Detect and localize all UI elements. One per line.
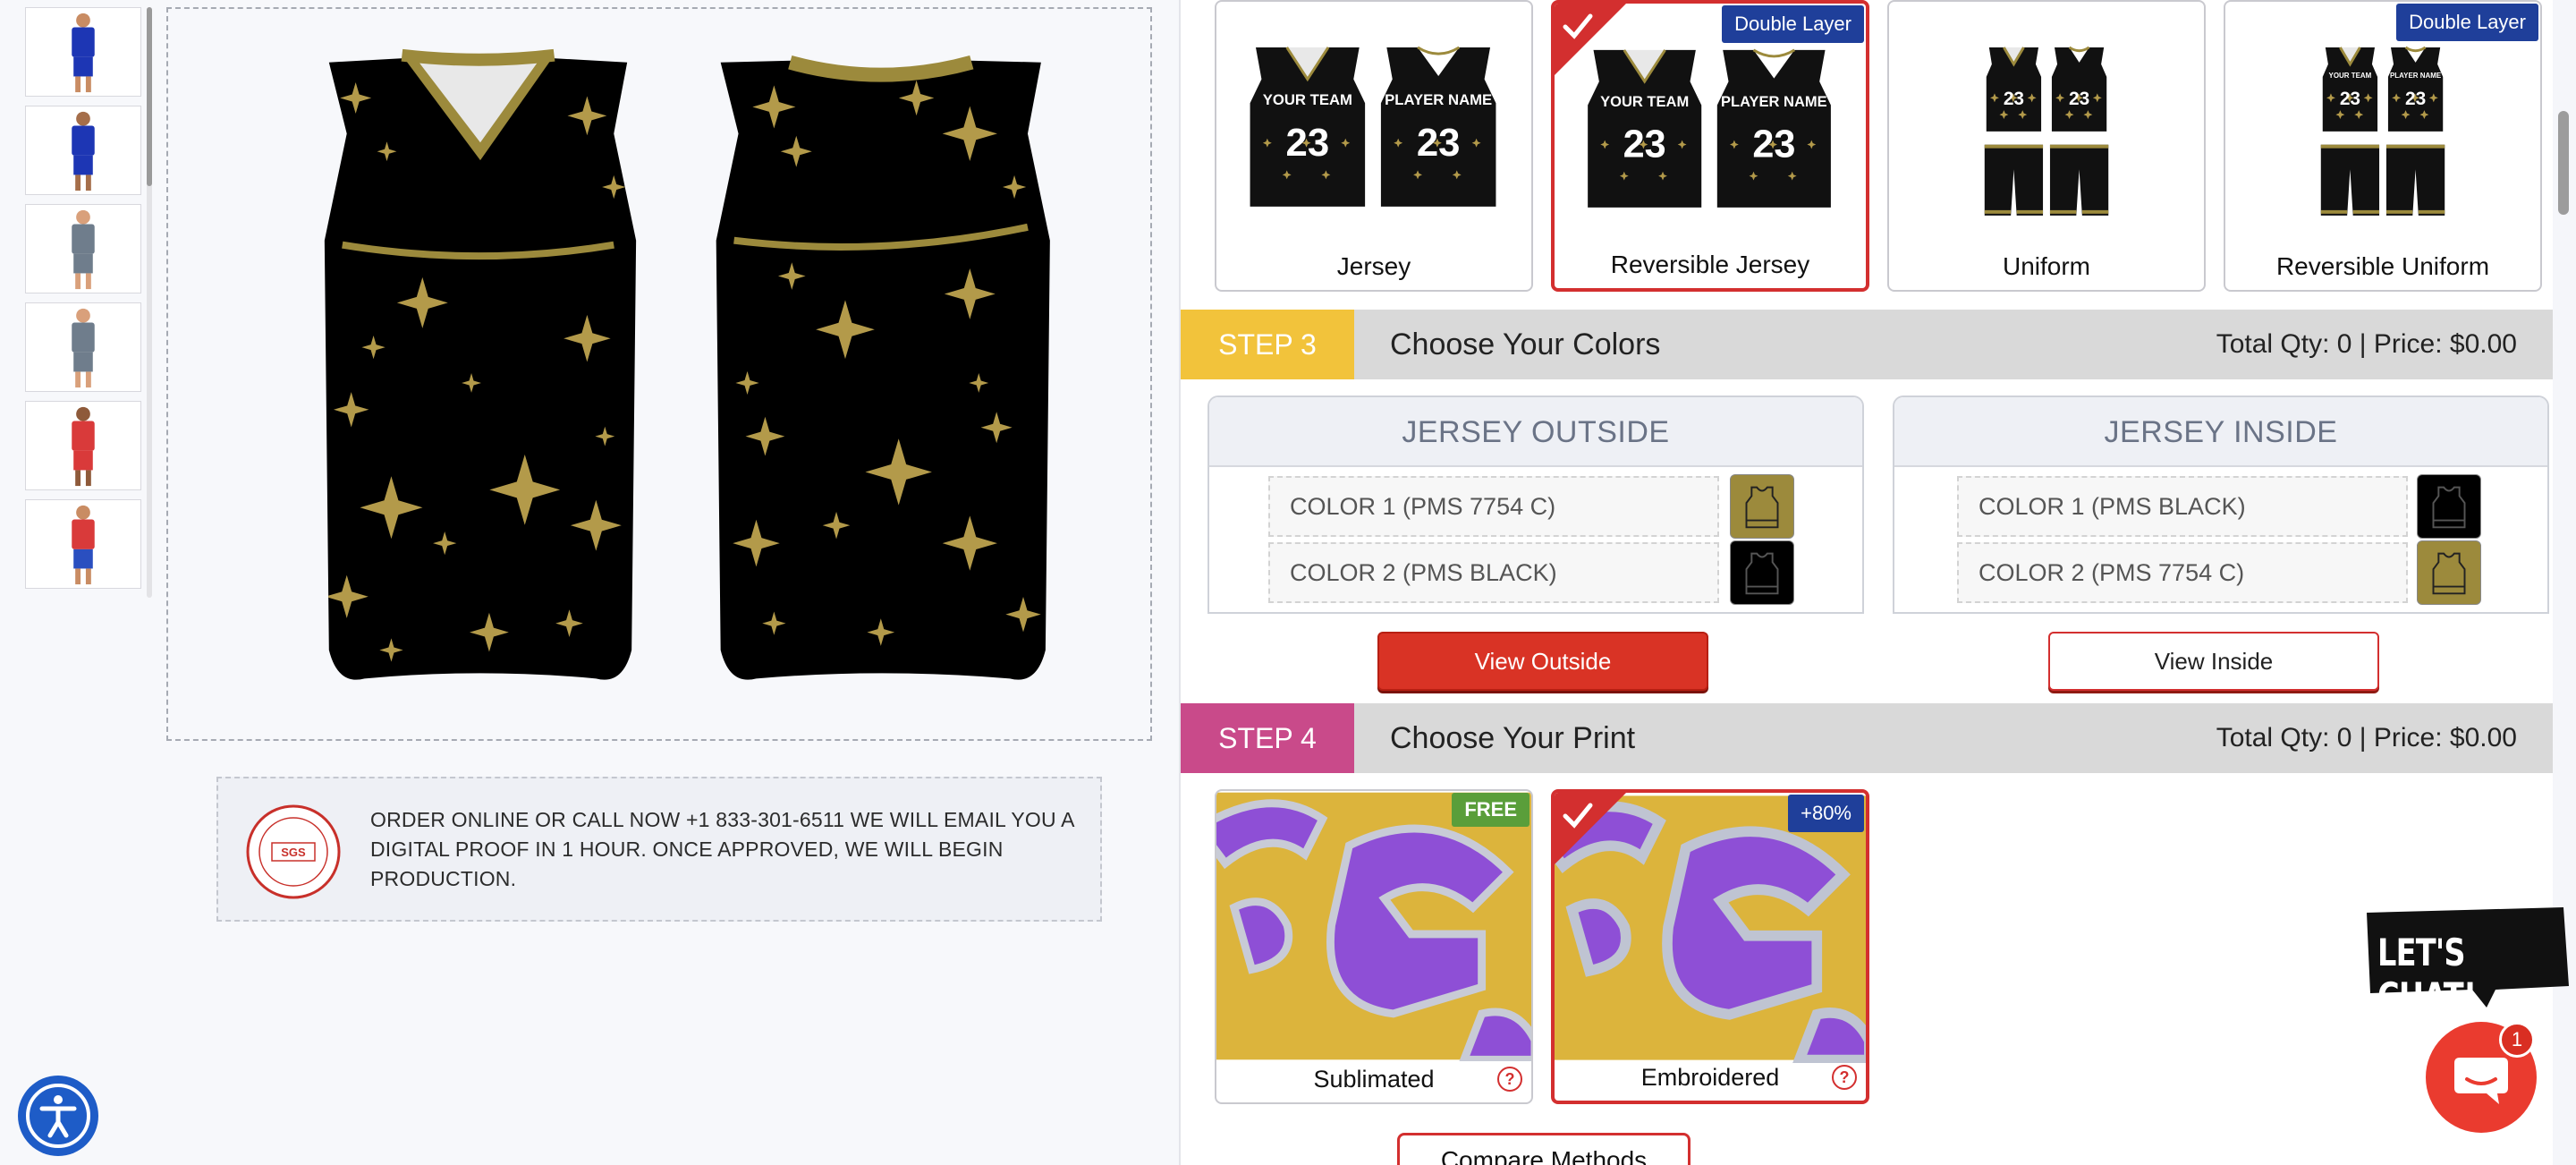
outside-color-1-field[interactable]: COLOR 1 (PMS 7754 C) bbox=[1268, 476, 1719, 537]
svg-text:YOUR TEAM: YOUR TEAM bbox=[1600, 93, 1689, 110]
thumbnail-list bbox=[25, 7, 145, 598]
step3-total: Total Qty: 0 | Price: $0.00 bbox=[2216, 329, 2517, 359]
print-option-label: Sublimated bbox=[1313, 1066, 1435, 1093]
product-preview-column: SGS ORDER ONLINE OR CALL NOW +1 833-301-… bbox=[0, 0, 1179, 1165]
svg-text:23: 23 bbox=[1417, 121, 1461, 165]
product-option-label: Uniform bbox=[2002, 252, 2090, 280]
print-price-badge: +80% bbox=[1788, 795, 1864, 832]
lets-chat-bubble[interactable]: LET'S CHAT! bbox=[2361, 904, 2572, 1018]
chat-unread-count: 1 bbox=[2499, 1022, 2535, 1058]
outside-color-2-field[interactable]: COLOR 2 (PMS BLACK) bbox=[1268, 542, 1719, 603]
svg-text:23: 23 bbox=[2340, 89, 2360, 109]
step3-header: STEP 3 Choose Your Colors Total Qty: 0 |… bbox=[1181, 310, 2553, 379]
page-scrollbar[interactable] bbox=[2558, 111, 2569, 215]
print-price-badge: FREE bbox=[1452, 793, 1530, 827]
athlete-photo-icon bbox=[72, 406, 95, 487]
lets-chat-text: LET'S CHAT! bbox=[2377, 931, 2477, 1018]
inside-color-1-swatch[interactable] bbox=[2417, 474, 2481, 539]
athlete-photo-icon bbox=[72, 308, 95, 388]
accessibility-button[interactable] bbox=[18, 1076, 98, 1156]
jersey-preview-image bbox=[324, 48, 1050, 680]
product-option-label: Reversible Jersey bbox=[1610, 251, 1810, 278]
athlete-photo-icon bbox=[72, 505, 95, 585]
svg-text:23: 23 bbox=[2004, 89, 2024, 109]
double-layer-badge: Double Layer bbox=[1722, 5, 1864, 43]
athlete-photo-icon bbox=[72, 13, 95, 93]
step4-tag: STEP 4 bbox=[1181, 703, 1354, 773]
jersey-inside-panel: JERSEY INSIDE COLOR 1 (PMS BLACK) COLOR … bbox=[1893, 395, 2549, 614]
compare-methods-button[interactable]: Compare Methods bbox=[1397, 1133, 1690, 1165]
svg-text:23: 23 bbox=[2405, 89, 2426, 109]
thumbnail-3[interactable] bbox=[25, 204, 141, 293]
thumbnail-2[interactable] bbox=[25, 106, 141, 195]
product-image: 23 23 bbox=[1984, 46, 2109, 216]
svg-text:23: 23 bbox=[2069, 89, 2089, 109]
svg-text:23: 23 bbox=[1286, 121, 1330, 165]
outside-color-2-swatch[interactable] bbox=[1730, 540, 1794, 605]
inside-color-1-field[interactable]: COLOR 1 (PMS BLACK) bbox=[1957, 476, 2408, 537]
product-option-reversible-jersey[interactable]: YOUR TEAM 23 PLAYER NAME 23 Double Layer Reve… bbox=[1551, 0, 1869, 292]
double-layer-badge: Double Layer bbox=[2396, 4, 2538, 41]
jersey-outside-panel: JERSEY OUTSIDE COLOR 1 (PMS 7754 C) COLO… bbox=[1208, 395, 1864, 614]
step4-title: Choose Your Print bbox=[1390, 721, 1636, 755]
product-option-jersey[interactable]: YOUR TEAM 23 PLAYER NAME 23 Jersey bbox=[1215, 0, 1533, 292]
step4-header: STEP 4 Choose Your Print Total Qty: 0 | … bbox=[1181, 703, 2553, 773]
inside-color-2-field[interactable]: COLOR 2 (PMS 7754 C) bbox=[1957, 542, 2408, 603]
jersey-inside-header: JERSEY INSIDE bbox=[1894, 397, 2547, 467]
product-option-label: Reversible Uniform bbox=[2275, 252, 2490, 280]
tank-top-icon bbox=[2432, 486, 2466, 529]
thumbnail-5[interactable] bbox=[25, 401, 141, 490]
step3-tag: STEP 3 bbox=[1181, 310, 1354, 379]
product-option-uniform[interactable]: 23 23 Uniform bbox=[1887, 0, 2206, 292]
tank-top-icon bbox=[2432, 552, 2466, 595]
outside-color-1-swatch[interactable] bbox=[1730, 474, 1794, 539]
athlete-photo-icon bbox=[72, 209, 95, 290]
print-texture-image bbox=[1216, 792, 1531, 1061]
svg-text:23: 23 bbox=[1623, 123, 1666, 166]
selected-check-icon bbox=[1555, 4, 1626, 75]
customizer-panel: YOUR TEAM 23 PLAYER NAME 23 Jersey YOUR TEAM… bbox=[1181, 0, 2553, 1165]
jersey-preview bbox=[166, 7, 1152, 741]
tank-top-icon bbox=[1745, 486, 1779, 529]
tank-top-icon bbox=[1745, 552, 1779, 595]
thumbnail-scrollbar[interactable] bbox=[147, 7, 152, 186]
help-icon[interactable]: ? bbox=[1497, 1067, 1522, 1092]
order-notice-text: ORDER ONLINE OR CALL NOW +1 833-301-6511… bbox=[370, 808, 1074, 890]
accessibility-icon bbox=[26, 1084, 90, 1148]
product-image: YOUR TEAM 23 PLAYER NAME 23 bbox=[1250, 46, 1496, 207]
thumbnail-6[interactable] bbox=[25, 499, 141, 589]
step3-title: Choose Your Colors bbox=[1390, 327, 1661, 361]
svg-text:YOUR TEAM: YOUR TEAM bbox=[2329, 72, 2372, 80]
thumbnail-4[interactable] bbox=[25, 302, 141, 392]
thumbnail-1[interactable] bbox=[25, 7, 141, 97]
product-option-label: Jersey bbox=[1336, 252, 1411, 280]
view-inside-button[interactable]: View Inside bbox=[2048, 632, 2379, 691]
print-option-label: Embroidered bbox=[1640, 1064, 1780, 1091]
svg-text:SGS: SGS bbox=[281, 846, 306, 859]
svg-text:23: 23 bbox=[1752, 123, 1795, 166]
svg-text:YOUR TEAM: YOUR TEAM bbox=[1263, 91, 1352, 108]
step4-total: Total Qty: 0 | Price: $0.00 bbox=[2216, 723, 2517, 753]
print-option-embroidered[interactable]: +80% Embroidered? bbox=[1551, 789, 1869, 1104]
jersey-outside-header: JERSEY OUTSIDE bbox=[1209, 397, 1862, 467]
selected-check-icon bbox=[1555, 793, 1626, 864]
product-option-reversible-uniform[interactable]: YOUR TEAM 23 PLAYER NAME 23 Double Layer Reve… bbox=[2224, 0, 2542, 292]
help-icon[interactable]: ? bbox=[1832, 1065, 1857, 1090]
view-outside-button[interactable]: View Outside bbox=[1377, 632, 1708, 691]
order-notice: SGS ORDER ONLINE OR CALL NOW +1 833-301-… bbox=[216, 777, 1102, 922]
product-image: YOUR TEAM 23 PLAYER NAME 23 bbox=[2320, 46, 2445, 216]
inside-color-2-swatch[interactable] bbox=[2417, 540, 2481, 605]
svg-text:PLAYER NAME: PLAYER NAME bbox=[1721, 93, 1827, 110]
print-option-sublimated[interactable]: FREE Sublimated? bbox=[1215, 789, 1533, 1104]
svg-text:PLAYER NAME: PLAYER NAME bbox=[2390, 72, 2441, 80]
expert-reviewed-seal-icon: SGS bbox=[246, 804, 341, 899]
athlete-photo-icon bbox=[72, 111, 95, 191]
svg-text:PLAYER NAME: PLAYER NAME bbox=[1385, 91, 1492, 108]
